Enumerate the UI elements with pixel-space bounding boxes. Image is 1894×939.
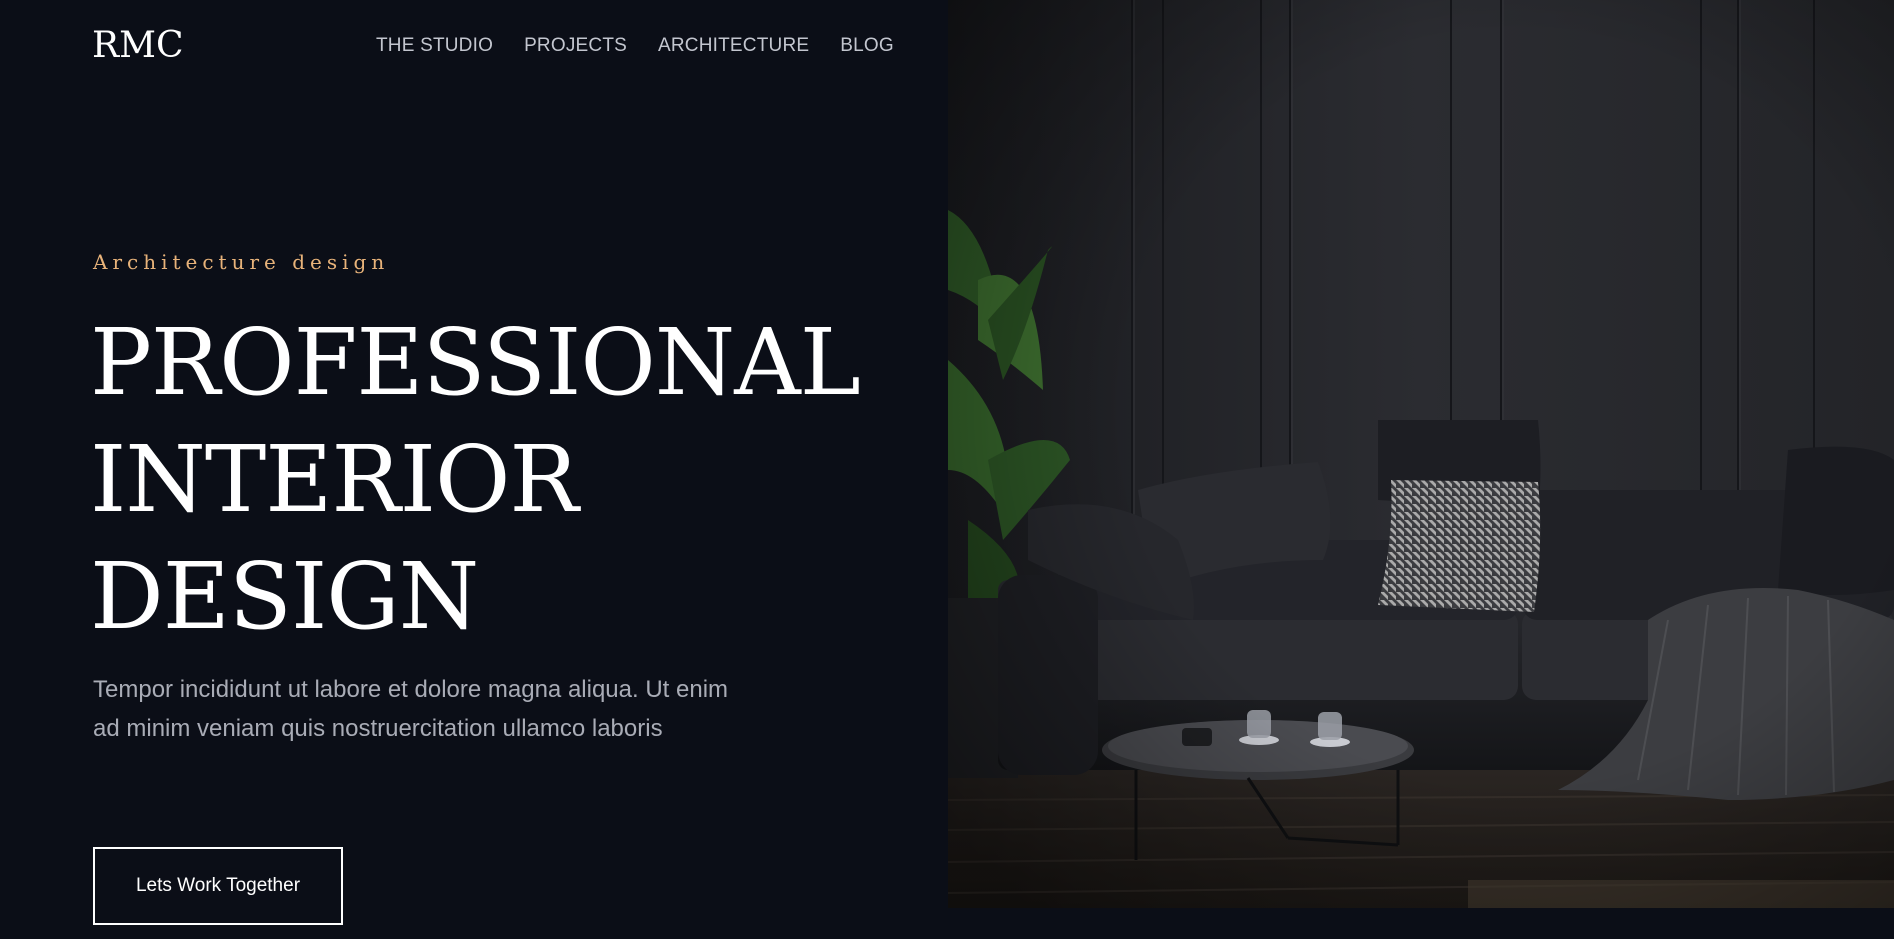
nav-item-projects[interactable]: PROJECTS (524, 35, 627, 57)
cta-button[interactable]: Lets Work Together (93, 847, 343, 925)
nav-item-the-studio[interactable]: THE STUDIO (376, 35, 493, 57)
hero-headline-line-2: INTERIOR (90, 426, 579, 533)
main-nav: THE STUDIO PROJECTS ARCHITECTURE BLOG (376, 33, 925, 59)
hero-description: Tempor incididunt ut labore et dolore ma… (93, 676, 729, 742)
logo[interactable]: RMC (92, 24, 184, 68)
hero-image (948, 0, 1894, 908)
hero-eyebrow: Architecture design (93, 250, 390, 274)
hero-headline-line-3: DESIGN (90, 543, 479, 650)
hero-headline: PROFESSIONAL INTERIOR DESIGN (90, 304, 861, 655)
nav-item-architecture[interactable]: ARCHITECTURE (658, 35, 809, 57)
page: RMC THE STUDIO PROJECTS ARCHITECTURE BLO… (0, 0, 1894, 939)
hero-headline-line-1: PROFESSIONAL (90, 309, 861, 416)
nav-item-blog[interactable]: BLOG (840, 35, 894, 57)
